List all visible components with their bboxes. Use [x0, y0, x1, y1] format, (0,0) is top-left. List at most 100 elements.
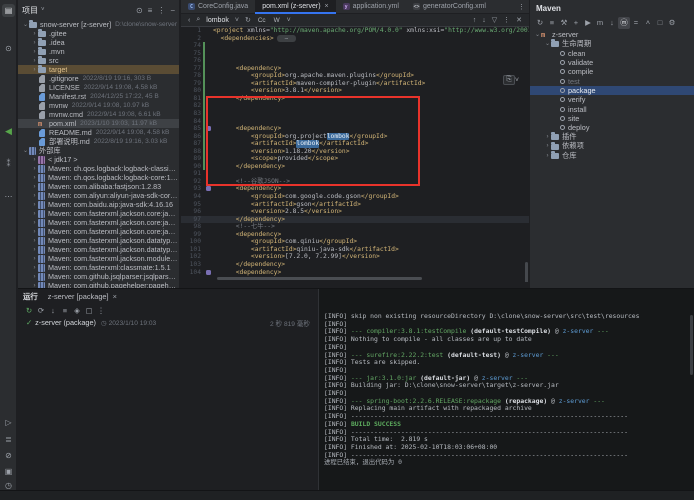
tab-pom-xml-z-server-[interactable]: mpom.xml (z-server)×	[255, 0, 335, 14]
tree-item[interactable]: ›Maven: com.fasterxml.jackson.datatype:j…	[18, 245, 179, 254]
chevron-right-icon[interactable]: ›	[31, 193, 38, 199]
code-line[interactable]: 79 <artifactId>maven-compiler-plugin</ar…	[181, 80, 529, 88]
prev-match-icon[interactable]: ↑	[473, 17, 477, 24]
match-case-toggle[interactable]: Cc	[256, 17, 268, 24]
code-line[interactable]: 91	[181, 170, 529, 178]
tab-generatorconfig-xml[interactable]: <>generatorConfig.xml	[406, 0, 493, 14]
chevron-down-icon[interactable]: ⌄	[22, 21, 29, 28]
code-line[interactable]: 96 <version>2.8.5</version>	[181, 208, 529, 216]
code-line[interactable]: 82	[181, 102, 529, 110]
code-line[interactable]: 86 <groupId>org.projectlombok</groupId>	[181, 133, 529, 141]
chevron-right-icon[interactable]: ›	[31, 265, 38, 271]
code-editor[interactable]: ⎘ ˅ 1<project xmlns="http://maven.apache…	[181, 27, 529, 282]
next-match-icon[interactable]: ↓	[482, 17, 486, 24]
tab-application-yml[interactable]: yapplication.yml	[336, 0, 406, 14]
search-input[interactable]: lombok	[206, 17, 229, 24]
code-line[interactable]: 2 <dependencies>…	[181, 35, 529, 43]
tree-item[interactable]: mpom.xml2023/1/10 19:03, 11.97 kB	[18, 119, 179, 128]
services-tool-icon[interactable]: ▣	[2, 465, 15, 478]
code-line[interactable]: 93 <dependency>	[181, 185, 529, 193]
tree-item[interactable]: 部署说明.md2022/8/19 19:16, 3.03 kB	[18, 137, 179, 146]
tree-item[interactable]: LICENSE2022/9/14 19:08, 4.58 kB	[18, 83, 179, 92]
tree-item[interactable]: mvnw.cmd2022/9/14 19:08, 6.61 kB	[18, 110, 179, 119]
chevron-right-icon[interactable]: ›	[31, 31, 38, 37]
more-icon[interactable]: ⋮	[157, 6, 165, 15]
terminal-tool-icon[interactable]: ≣	[2, 433, 15, 446]
code-line[interactable]: 77 <dependency>	[181, 65, 529, 73]
tree-item[interactable]: ›src	[18, 56, 179, 65]
code-line[interactable]: 103 </dependency>	[181, 261, 529, 269]
expand-icon[interactable]: ˄	[642, 17, 654, 29]
maven-goal-icon[interactable]: m	[594, 17, 606, 29]
tree-item[interactable]: ›Maven: ch.qos.logback:logback-classic:1…	[18, 164, 179, 173]
back-icon[interactable]: ‹	[188, 17, 190, 24]
chevron-right-icon[interactable]: ›	[31, 202, 38, 208]
more-icon[interactable]: ⋮	[95, 306, 107, 315]
tree-item[interactable]: ›Maven: com.github.jsqlparser:jsqlparser…	[18, 272, 179, 281]
maven-folder-item[interactable]: ›插件	[530, 132, 694, 141]
chevron-right-icon[interactable]: ›	[31, 274, 38, 280]
scroll-to-end-icon[interactable]: ◈	[71, 306, 83, 315]
code-line[interactable]: 98 <!--七牛-->	[181, 223, 529, 231]
download-icon[interactable]: ↓	[47, 306, 59, 315]
tree-item[interactable]: ›Maven: com.alibaba:fastjson:1.2.83	[18, 182, 179, 191]
code-line[interactable]: 102 <version>[7.2.0, 7.2.99]</version>	[181, 253, 529, 261]
editor-horizontal-scrollbar[interactable]	[217, 277, 422, 280]
tree-item[interactable]: ›target	[18, 65, 179, 74]
maven-gutter-icon[interactable]	[206, 186, 211, 191]
tree-item[interactable]: ›Maven: com.baidu.aip:java-sdk:4.16.16	[18, 200, 179, 209]
maven-folder-item[interactable]: ›依赖项	[530, 142, 694, 151]
download-sources-icon[interactable]: ↓	[606, 17, 618, 29]
run-tool-icon[interactable]: ▷	[2, 416, 15, 429]
tree-item[interactable]: ›.idea	[18, 38, 179, 47]
maven-goal-compile[interactable]: compile	[530, 67, 694, 76]
maven-root-item[interactable]: ⌄mz-server	[530, 30, 694, 39]
maven-gutter-icon[interactable]	[206, 126, 211, 131]
chevron-down-icon[interactable]: ⌄	[534, 31, 541, 38]
code-line[interactable]: 89 <scope>provided</scope>	[181, 155, 529, 163]
refresh-icon[interactable]: ↻	[245, 16, 251, 24]
code-line[interactable]: 87 <artifactId>lombok</artifactId>	[181, 140, 529, 148]
tree-item[interactable]: ›Maven: com.aliyun:aliyun-java-sdk-core:…	[18, 191, 179, 200]
problems-tool-icon[interactable]: ⊘	[2, 449, 15, 462]
run-tab[interactable]: m z-server [package] ×	[48, 292, 117, 301]
code-line[interactable]: 84	[181, 118, 529, 126]
tree-item[interactable]: ›Maven: com.fasterxml.jackson.datatype:j…	[18, 236, 179, 245]
chevron-right-icon[interactable]: ›	[31, 184, 38, 190]
code-line[interactable]: 100 <groupId>com.qiniu</groupId>	[181, 238, 529, 246]
code-line[interactable]: 92 <!--谷歌JSON-->	[181, 178, 529, 186]
tree-item[interactable]: Manifest.rst2024/12/25 17:22, 45 B	[18, 92, 179, 101]
code-line[interactable]: 74	[181, 42, 529, 50]
search-more-icon[interactable]: ⋮	[503, 16, 510, 24]
code-line[interactable]: 75	[181, 50, 529, 58]
chevron-down-icon[interactable]: ⌄	[544, 40, 551, 47]
pull-requests-icon[interactable]: ◀	[2, 125, 15, 138]
maven-goal-test[interactable]: test	[530, 76, 694, 85]
chevron-right-icon[interactable]: ›	[31, 256, 38, 262]
tree-item[interactable]: README.md2022/9/14 19:08, 4.58 kB	[18, 128, 179, 137]
chevron-down-icon[interactable]: ˅	[41, 7, 45, 13]
tree-item[interactable]: ⌄外部库	[18, 146, 179, 155]
collapse-all-icon[interactable]: □	[654, 17, 666, 29]
code-line[interactable]: 99 <dependency>	[181, 231, 529, 239]
tabs-more-icon[interactable]: ⋮	[493, 3, 529, 11]
code-line[interactable]: 85 <dependency>	[181, 125, 529, 133]
close-run-tab-icon[interactable]: ×	[113, 292, 117, 301]
chevron-right-icon[interactable]: ›	[31, 247, 38, 253]
chevron-right-icon[interactable]: ›	[31, 211, 38, 217]
code-line[interactable]: 78 <groupId>org.apache.maven.plugins</gr…	[181, 72, 529, 80]
maven-folder-item[interactable]: ›仓库	[530, 151, 694, 160]
chevron-right-icon[interactable]: ›	[31, 58, 38, 64]
options-icon[interactable]: ≡	[148, 6, 153, 15]
tree-item[interactable]: ›Maven: com.fasterxml.jackson.module:jac…	[18, 254, 179, 263]
chevron-right-icon[interactable]: ›	[31, 229, 38, 235]
chevron-right-icon[interactable]: ›	[31, 220, 38, 226]
add-icon[interactable]: +	[570, 17, 582, 29]
folded-region-chip[interactable]: …	[277, 35, 296, 42]
code-line[interactable]: 104 <dependency>	[181, 269, 529, 277]
locate-file-icon[interactable]: ⊙	[136, 6, 143, 15]
chevron-right-icon[interactable]: ›	[31, 238, 38, 244]
tree-item[interactable]: ›Maven: com.github.pagehelper:pagehelper…	[18, 281, 179, 288]
chevron-down-icon[interactable]: ⌄	[22, 147, 29, 154]
collapse-icon[interactable]: ≡	[546, 17, 558, 29]
